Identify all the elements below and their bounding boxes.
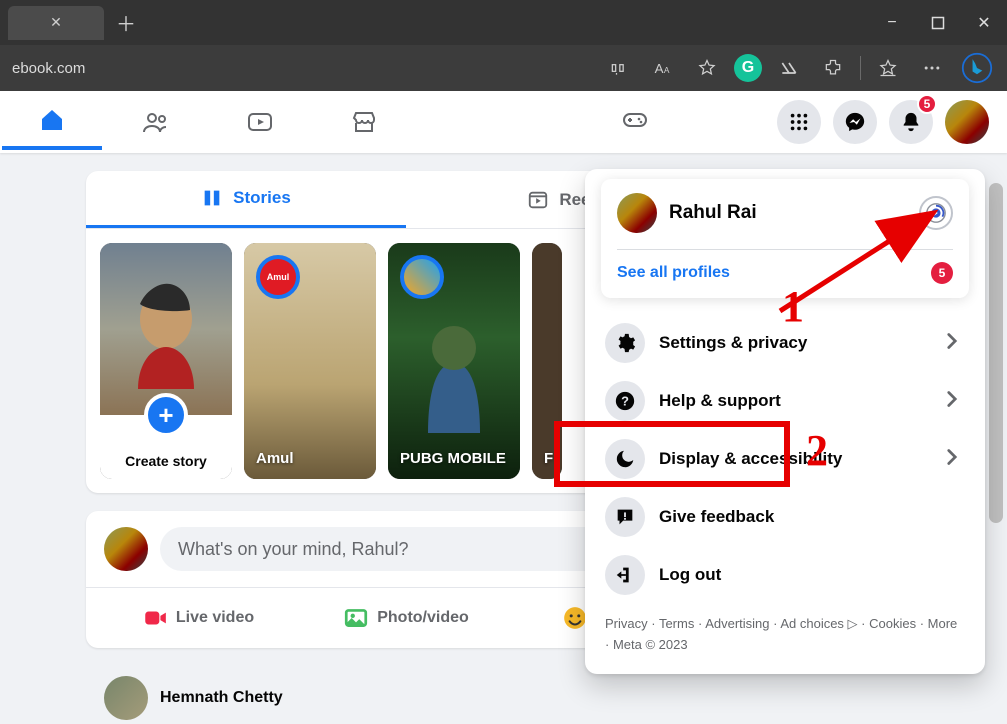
window-maximize[interactable] [915, 0, 961, 45]
plus-icon: + [144, 393, 188, 437]
story-name: Amul [256, 450, 368, 467]
menu-display-accessibility[interactable]: Display & accessibility [601, 430, 969, 488]
browser-titlebar: ✕ ＋ − ✕ [0, 0, 1007, 45]
brand-sync-icon[interactable] [919, 196, 953, 230]
nav-friends-tab[interactable] [106, 94, 206, 150]
footer-link[interactable]: Cookies [869, 616, 928, 631]
live-video-label: Live video [176, 609, 254, 627]
tab-stories-label: Stories [233, 188, 291, 208]
menu-label: Help & support [659, 391, 781, 411]
new-tab-button[interactable]: ＋ [110, 7, 142, 39]
tab-close-icon[interactable]: ✕ [50, 14, 62, 31]
profile-dropdown: Rahul Rai See all profiles 5 Settings & … [585, 169, 985, 674]
create-story-card[interactable]: + Create story [100, 243, 232, 479]
menu-grid-button[interactable] [777, 100, 821, 144]
chevron-right-icon [939, 328, 965, 359]
annotation-number-2: 2 [806, 425, 828, 476]
annotation-number-1: 1 [782, 281, 804, 332]
read-aloud-icon[interactable] [602, 51, 636, 85]
svg-text:A: A [664, 65, 670, 75]
dropdown-footer-links: PrivacyTermsAdvertisingAd choices ▷Cooki… [601, 604, 969, 656]
photo-video-button[interactable]: Photo/video [302, 596, 510, 640]
profile-avatar [617, 193, 657, 233]
feedback-icon [605, 497, 645, 537]
nav-marketplace-tab[interactable] [314, 94, 414, 150]
chevron-right-icon [939, 386, 965, 417]
create-story-label: Create story [100, 453, 232, 469]
favorites-bar-icon[interactable] [871, 51, 905, 85]
photo-video-label: Photo/video [377, 609, 469, 627]
chevron-right-icon [939, 444, 965, 475]
notifications-badge: 5 [917, 94, 937, 114]
nav-gaming-tab[interactable] [590, 91, 680, 147]
profile-button[interactable] [945, 100, 989, 144]
browser-tab[interactable]: ✕ [8, 6, 104, 40]
moon-icon [605, 439, 645, 479]
menu-label: Log out [659, 565, 721, 585]
composer-avatar[interactable] [104, 527, 148, 571]
url-text[interactable]: ebook.com [12, 60, 85, 77]
see-all-profiles-link[interactable]: See all profiles [617, 264, 730, 282]
window-close[interactable]: ✕ [961, 0, 1007, 45]
notifications-button[interactable]: 5 [889, 100, 933, 144]
svg-text:A: A [655, 61, 664, 76]
bing-button[interactable] [959, 50, 995, 86]
live-video-button[interactable]: Live video [94, 596, 302, 640]
more-menu-icon[interactable] [915, 51, 949, 85]
footer-link[interactable]: Privacy [605, 616, 659, 631]
nav-watch-tab[interactable] [210, 94, 310, 150]
facebook-header: 5 [0, 91, 1007, 153]
text-size-icon[interactable]: AA [646, 51, 680, 85]
menu-label: Give feedback [659, 507, 774, 527]
menu-give-feedback[interactable]: Give feedback [601, 488, 969, 546]
menu-label: Settings & privacy [659, 333, 807, 353]
story-name: PUBG MOBILE [400, 450, 512, 467]
menu-log-out[interactable]: Log out [601, 546, 969, 604]
extension-icon-2[interactable] [772, 51, 806, 85]
menu-help-support[interactable]: ? Help & support [601, 372, 969, 430]
story-name: F [544, 450, 554, 467]
footer-link[interactable]: Terms [659, 616, 705, 631]
profile-name: Rahul Rai [669, 202, 757, 224]
footer-link[interactable]: Advertising [705, 616, 780, 631]
tab-stories[interactable]: Stories [86, 171, 406, 228]
browser-address-bar: ebook.com AA G [0, 45, 1007, 91]
story-card[interactable]: Amul Amul [244, 243, 376, 479]
footer-copyright: Meta © 2023 [613, 637, 688, 652]
feed-avatar [104, 676, 148, 720]
facebook-page: 5 Stories Reels [0, 91, 1007, 724]
feed-user-name: Hemnath Chetty [160, 689, 283, 707]
story-card[interactable]: F [532, 243, 562, 479]
profiles-badge: 5 [931, 262, 953, 284]
favorite-star-icon[interactable] [690, 51, 724, 85]
logout-icon [605, 555, 645, 595]
nav-home-tab[interactable] [2, 94, 102, 150]
scrollbar[interactable] [989, 183, 1003, 523]
messenger-button[interactable] [833, 100, 877, 144]
help-icon: ? [605, 381, 645, 421]
extensions-puzzle-icon[interactable] [816, 51, 850, 85]
story-card[interactable]: PUBG MOBILE [388, 243, 520, 479]
footer-link[interactable]: Ad choices ▷ [780, 616, 869, 631]
svg-text:?: ? [621, 394, 629, 409]
browser-window: ✕ ＋ − ✕ ebook.com AA G [0, 0, 1007, 724]
grammarly-extension-icon[interactable]: G [734, 54, 762, 82]
gear-icon [605, 323, 645, 363]
window-minimize[interactable]: − [869, 0, 915, 45]
